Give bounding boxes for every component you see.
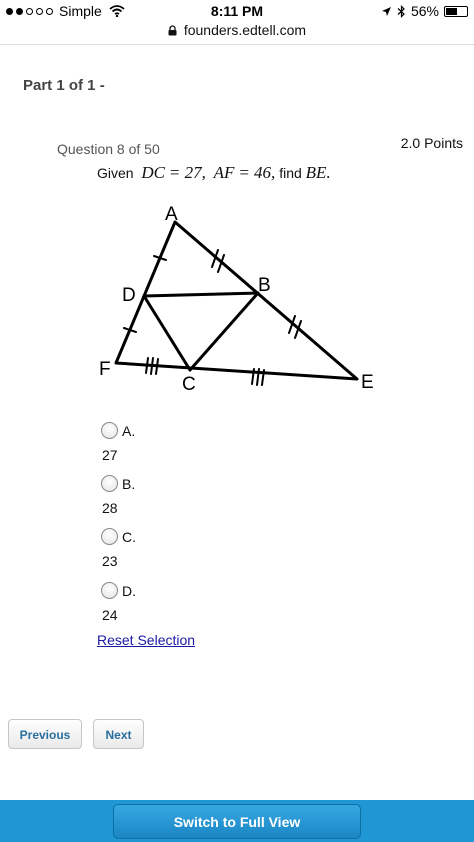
vertex-label-c: C	[182, 374, 196, 395]
segment-dc	[142, 294, 192, 372]
segment-cb	[188, 291, 260, 372]
vertex-label-d: D	[122, 285, 136, 306]
radio-d[interactable]	[101, 582, 118, 599]
choice-value-b: 28	[102, 500, 118, 516]
vertex-label-a: A	[165, 204, 178, 225]
choice-letter-d: D.	[122, 583, 136, 599]
next-button[interactable]: Next	[93, 719, 144, 749]
choice-letter-b: B.	[122, 476, 136, 492]
reset-selection-link[interactable]: Reset Selection	[97, 632, 195, 648]
segment-db	[142, 291, 260, 298]
tick-fc-1	[145, 357, 149, 374]
triangle-aef	[114, 220, 359, 381]
vertex-label-b: B	[258, 275, 271, 296]
tick-fc-3	[155, 358, 159, 375]
tick-fc-2	[150, 357, 154, 375]
radio-b[interactable]	[101, 475, 118, 492]
bottom-bar: Switch to Full View	[0, 800, 474, 842]
choice-letter-a: A.	[122, 423, 136, 439]
choice-letter-c: C.	[122, 529, 136, 545]
vertex-label-f: F	[99, 359, 111, 380]
previous-button[interactable]: Previous	[8, 719, 82, 749]
choice-value-a: 27	[102, 447, 118, 463]
radio-c[interactable]	[101, 528, 118, 545]
vertex-label-e: E	[361, 372, 374, 393]
switch-to-full-view-button[interactable]: Switch to Full View	[113, 804, 361, 839]
radio-a[interactable]	[101, 422, 118, 439]
choice-value-c: 23	[102, 553, 118, 569]
choice-value-d: 24	[102, 607, 118, 623]
triangle-figure: A B C D E F	[99, 204, 374, 395]
